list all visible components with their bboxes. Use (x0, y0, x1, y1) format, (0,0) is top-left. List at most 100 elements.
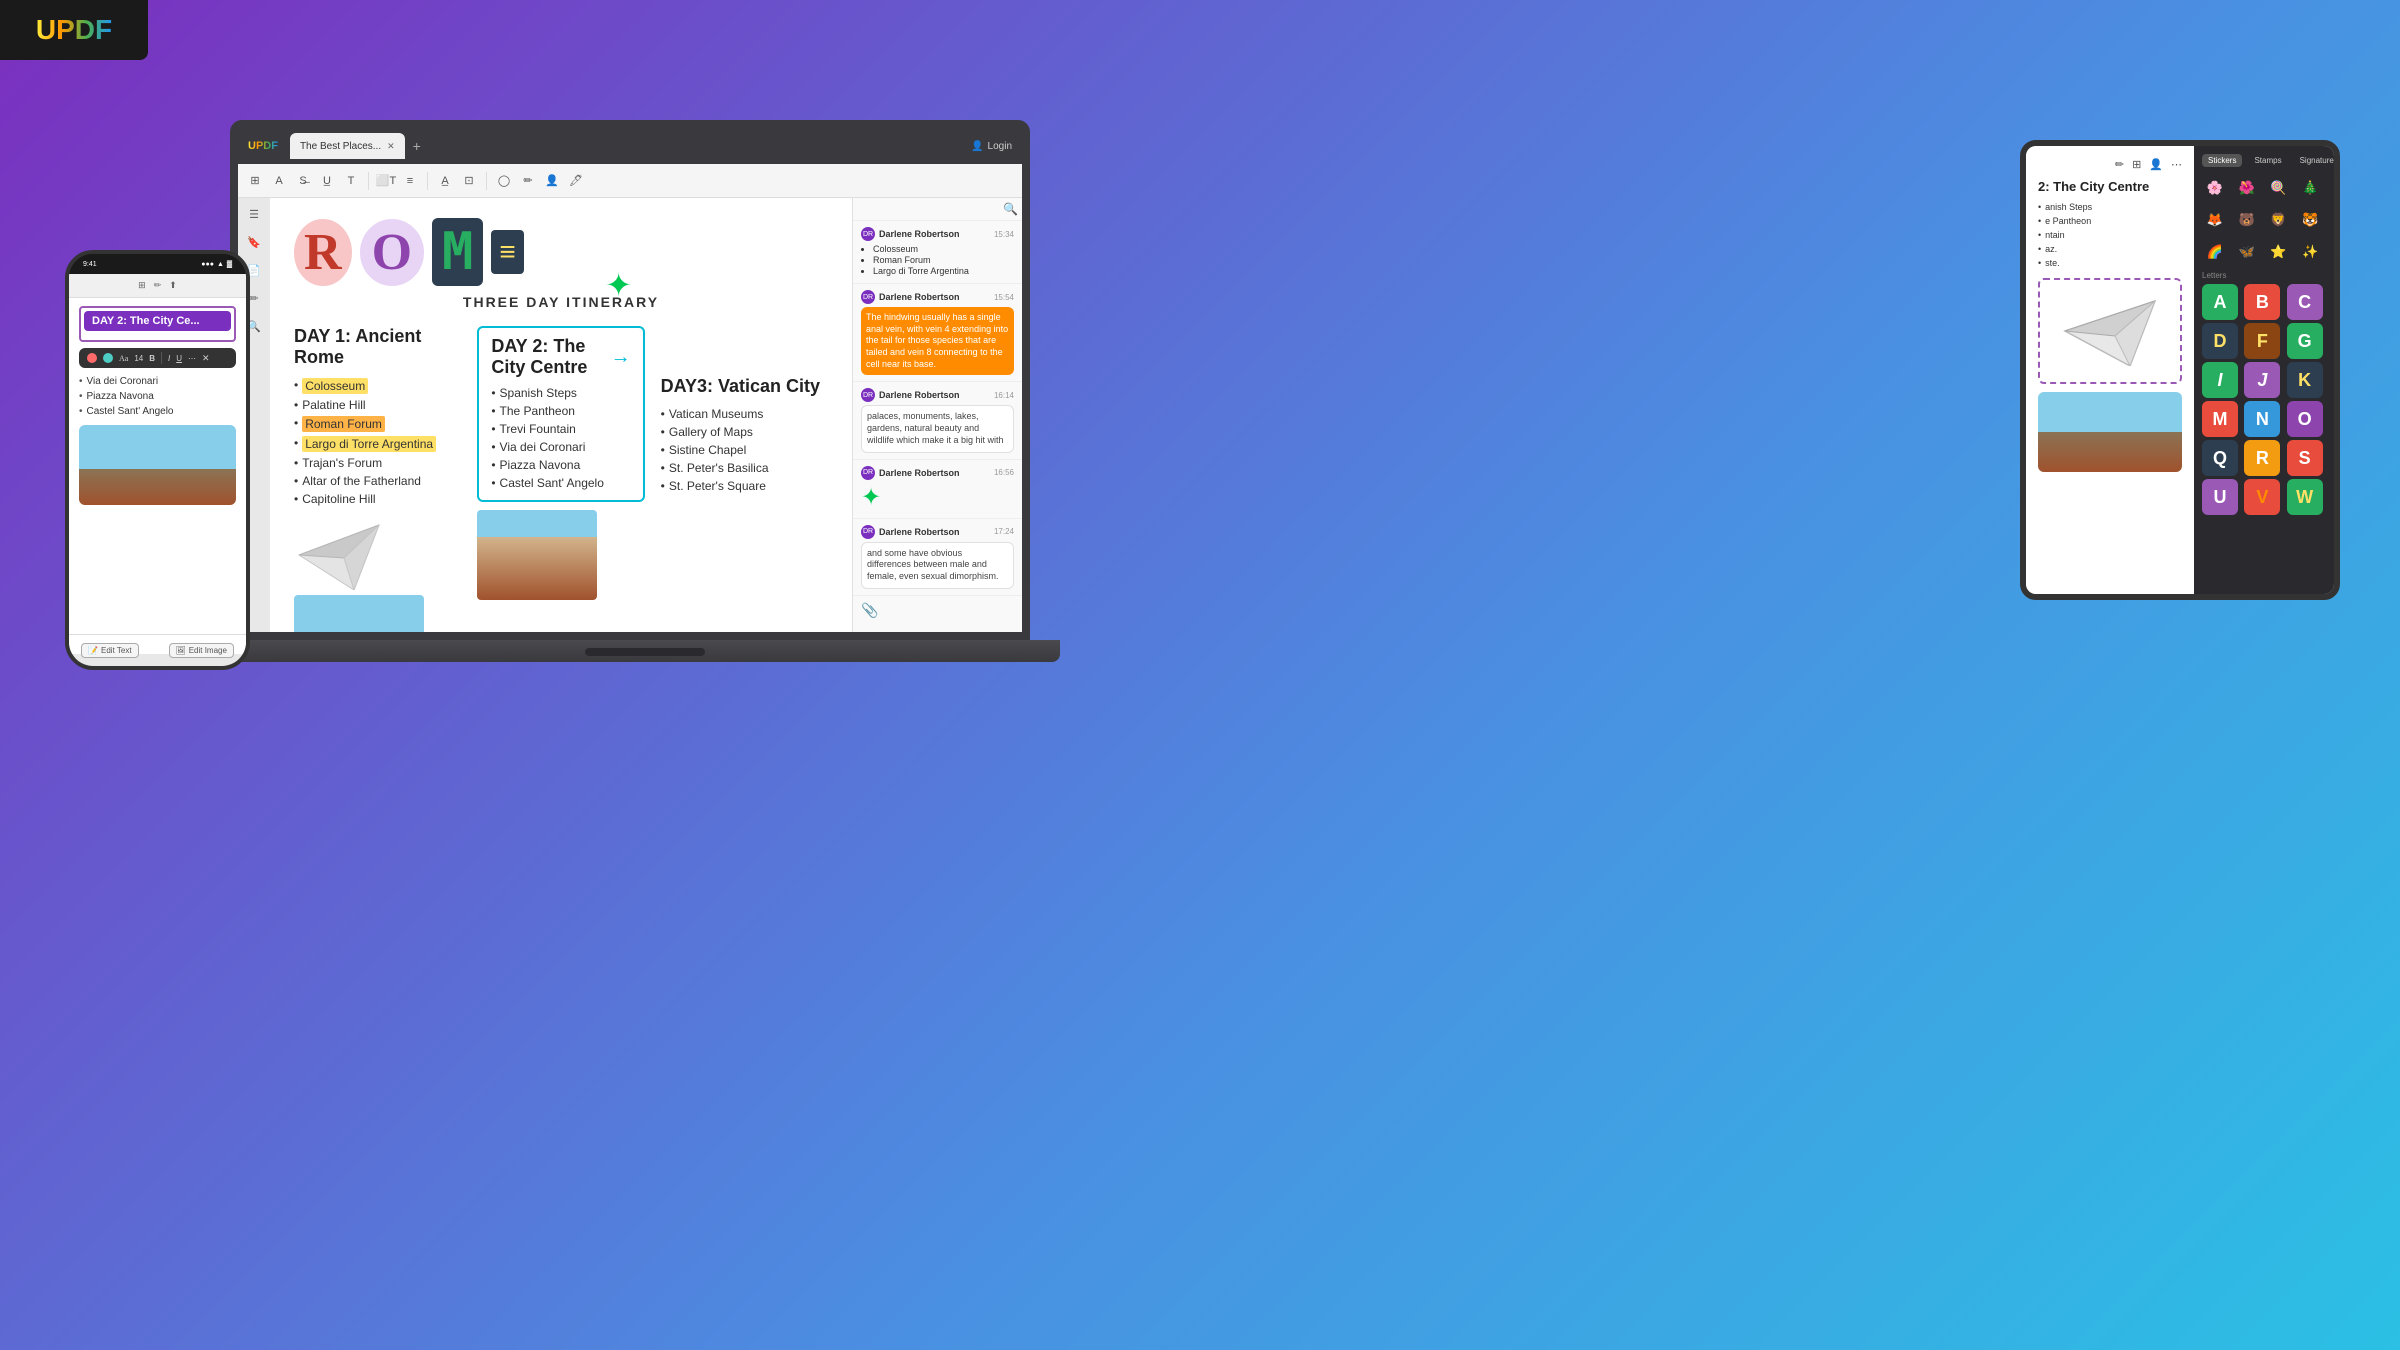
tablet-toolbar-row: ✏ ⊞ 👤 ⋯ (2038, 158, 2182, 171)
day3-list: Vatican Museums Gallery of Maps Sistine … (661, 405, 828, 495)
tablet-pen-icon[interactable]: ✏ (2115, 158, 2124, 171)
sticker-fox[interactable]: 🦊 (2202, 207, 2228, 233)
tablet-day2-heading: 2: The City Centre (2038, 179, 2182, 194)
letter-sticker-g[interactable]: G (2287, 323, 2323, 359)
letter-sticker-u[interactable]: U (2202, 479, 2238, 515)
tablet-more-icon[interactable]: ⋯ (2171, 158, 2182, 171)
letter-sticker-i[interactable]: I (2202, 362, 2238, 398)
tablet-sticker-panel: Stickers Stamps Signature 🌸 🌺 🍭 🎄 🦊 🐻 🦁 … (2194, 146, 2334, 594)
chat-message-2: DR Darlene Robertson 15:54 The hindwing … (853, 284, 1022, 382)
phone-signal-icon: ●●● (201, 261, 214, 268)
chat-message-3: DR Darlene Robertson 16:14 palaces, monu… (853, 382, 1022, 459)
toolbar-user-icon[interactable]: 👤 (543, 172, 561, 190)
toolbar-textbox-icon[interactable]: ⬜T (377, 172, 395, 190)
sticker-star[interactable]: ⭐ (2266, 239, 2292, 265)
phone-italic-btn[interactable]: I (168, 354, 170, 363)
day2-list: Spanish Steps The Pantheon Trevi Fountai… (491, 384, 630, 492)
sticker-lion[interactable]: 🦁 (2266, 207, 2292, 233)
phone-edit-text-button[interactable]: 📝 Edit Text (81, 643, 139, 654)
phone-toolbar-grid-icon[interactable]: ⊞ (138, 280, 146, 291)
letter-sticker-v[interactable]: V (2244, 479, 2280, 515)
toolbar-annotate-icon[interactable]: ✏ (519, 172, 537, 190)
toolbar-separator-1 (368, 172, 369, 190)
letters-label: Letters (2202, 271, 2326, 280)
day1-item-7: Capitoline Hill (294, 490, 461, 508)
browser-login-area: 👤 Login (971, 141, 1012, 152)
toolbar-crop-icon[interactable]: ⊡ (460, 172, 478, 190)
letter-sticker-d[interactable]: D (2202, 323, 2238, 359)
sticker-candy[interactable]: 🍭 (2266, 175, 2292, 201)
letter-sticker-n[interactable]: N (2244, 401, 2280, 437)
sticker-rainbow[interactable]: 🌈 (2202, 239, 2228, 265)
toolbar-highlight-icon[interactable]: A̲ (436, 172, 454, 190)
letter-sticker-r[interactable]: R (2244, 440, 2280, 476)
letter-sticker-b[interactable]: B (2244, 284, 2280, 320)
tablet-user-icon[interactable]: 👤 (2149, 158, 2163, 171)
toolbar-shape-icon[interactable]: ◯ (495, 172, 513, 190)
sidebar-bookmark-icon[interactable]: 🔖 (244, 232, 264, 252)
tablet-grid-icon[interactable]: ⊞ (2132, 158, 2141, 171)
login-label[interactable]: Login (988, 141, 1012, 152)
phone-edit-image-button[interactable]: 🖼 Edit Image (169, 643, 234, 654)
sidebar-thumbnail-icon[interactable]: ☰ (244, 204, 264, 224)
phone-more-btn[interactable]: ⋯ (188, 354, 196, 363)
sticker-tiger[interactable]: 🐯 (2297, 207, 2323, 233)
phone-toolbar-share-icon[interactable]: ⬆ (169, 280, 177, 291)
toolbar-text-icon[interactable]: T (342, 172, 360, 190)
day1-item-5: Trajan's Forum (294, 454, 461, 472)
toolbar-align-icon[interactable]: ≡ (401, 172, 419, 190)
letter-sticker-k[interactable]: K (2287, 362, 2323, 398)
rome-letter-m: M (432, 218, 483, 286)
letter-sticker-q[interactable]: Q (2202, 440, 2238, 476)
sticker-sparkle[interactable]: ✨ (2297, 239, 2323, 265)
toolbar-underline-icon[interactable]: U̲ (318, 172, 336, 190)
letter-sticker-o[interactable]: O (2287, 401, 2323, 437)
phone-color-picker-teal[interactable] (103, 353, 113, 363)
sticker-butterfly[interactable]: 🦋 (2234, 239, 2260, 265)
letter-sticker-j[interactable]: J (2244, 362, 2280, 398)
letter-sticker-c[interactable]: C (2287, 284, 2323, 320)
phone-color-picker-red[interactable] (87, 353, 97, 363)
day1-item-3: Roman Forum (294, 414, 461, 434)
toolbar-strikethrough-icon[interactable]: S̶ (294, 172, 312, 190)
phone-close-toolbar-btn[interactable]: ✕ (202, 353, 210, 364)
day2-item-2: The Pantheon (491, 402, 630, 420)
letter-sticker-f[interactable]: F (2244, 323, 2280, 359)
sticker-bear[interactable]: 🐻 (2234, 207, 2260, 233)
letter-sticker-m[interactable]: M (2202, 401, 2238, 437)
phone-toolbar-edit-icon[interactable]: ✏ (154, 280, 162, 291)
toolbar-format-icon[interactable]: ⊞ (246, 172, 264, 190)
chat-bubble-3: palaces, monuments, lakes, gardens, natu… (861, 405, 1014, 452)
letter-sticker-w[interactable]: W (2287, 479, 2323, 515)
chat-search-icon[interactable]: 🔍 (1003, 202, 1018, 216)
letter-sticker-s[interactable]: S (2287, 440, 2323, 476)
day2-arrow: → (611, 346, 631, 369)
chat-attachment-icon[interactable]: 📎 (861, 602, 878, 618)
sticker-flower2[interactable]: 🌺 (2234, 175, 2260, 201)
phone-underline-btn[interactable]: U (176, 354, 182, 363)
tab-close-button[interactable]: ✕ (387, 141, 395, 152)
chat-message-1: DR Darlene Robertson 15:34 Colosseum Rom… (853, 221, 1022, 284)
letters-grid: A B C D F G I J K M N O Q R S (2202, 284, 2326, 515)
user-avatar-icon: 👤 (971, 141, 983, 152)
toolbar-fill-icon[interactable]: 🖊 (567, 172, 585, 190)
phone-body: 9:41 ●●● ▲ ▓ ⊞ ✏ ⬆ DAY 2: The City Ce... (65, 250, 250, 670)
day2-heading-text: DAY 2: The City Centre (491, 336, 606, 378)
pdf-content-area: ☰ 🔖 📄 ✏ 🔍 R O M ≡ ✦ TH (238, 198, 1022, 640)
sticker-flower[interactable]: 🌸 (2202, 175, 2228, 201)
new-tab-button[interactable]: + (413, 138, 421, 154)
browser-tab[interactable]: The Best Places... ✕ (290, 133, 405, 159)
phone-text-toolbar: Aa 14 B I U ⋯ ✕ (79, 348, 236, 368)
letter-sticker-a[interactable]: A (2202, 284, 2238, 320)
day3-item-4: St. Peter's Basilica (661, 459, 828, 477)
toolbar-text-style-icon[interactable]: A (270, 172, 288, 190)
sticker-tab-stickers[interactable]: Stickers (2202, 154, 2242, 167)
day1-highlight-roman-forum: Roman Forum (302, 416, 385, 432)
sticker-tree[interactable]: 🎄 (2297, 175, 2323, 201)
phone-edit-text-label: Edit Text (101, 646, 132, 654)
chat-avatar-4: DR (861, 466, 875, 480)
phone-bold-btn[interactable]: B (149, 354, 155, 363)
pdf-right-chat-panel: 🔍 DR Darlene Robertson 15:34 Colosseum R… (852, 198, 1022, 640)
sticker-tab-stamps[interactable]: Stamps (2248, 154, 2287, 167)
sticker-tab-signature[interactable]: Signature (2294, 154, 2334, 167)
